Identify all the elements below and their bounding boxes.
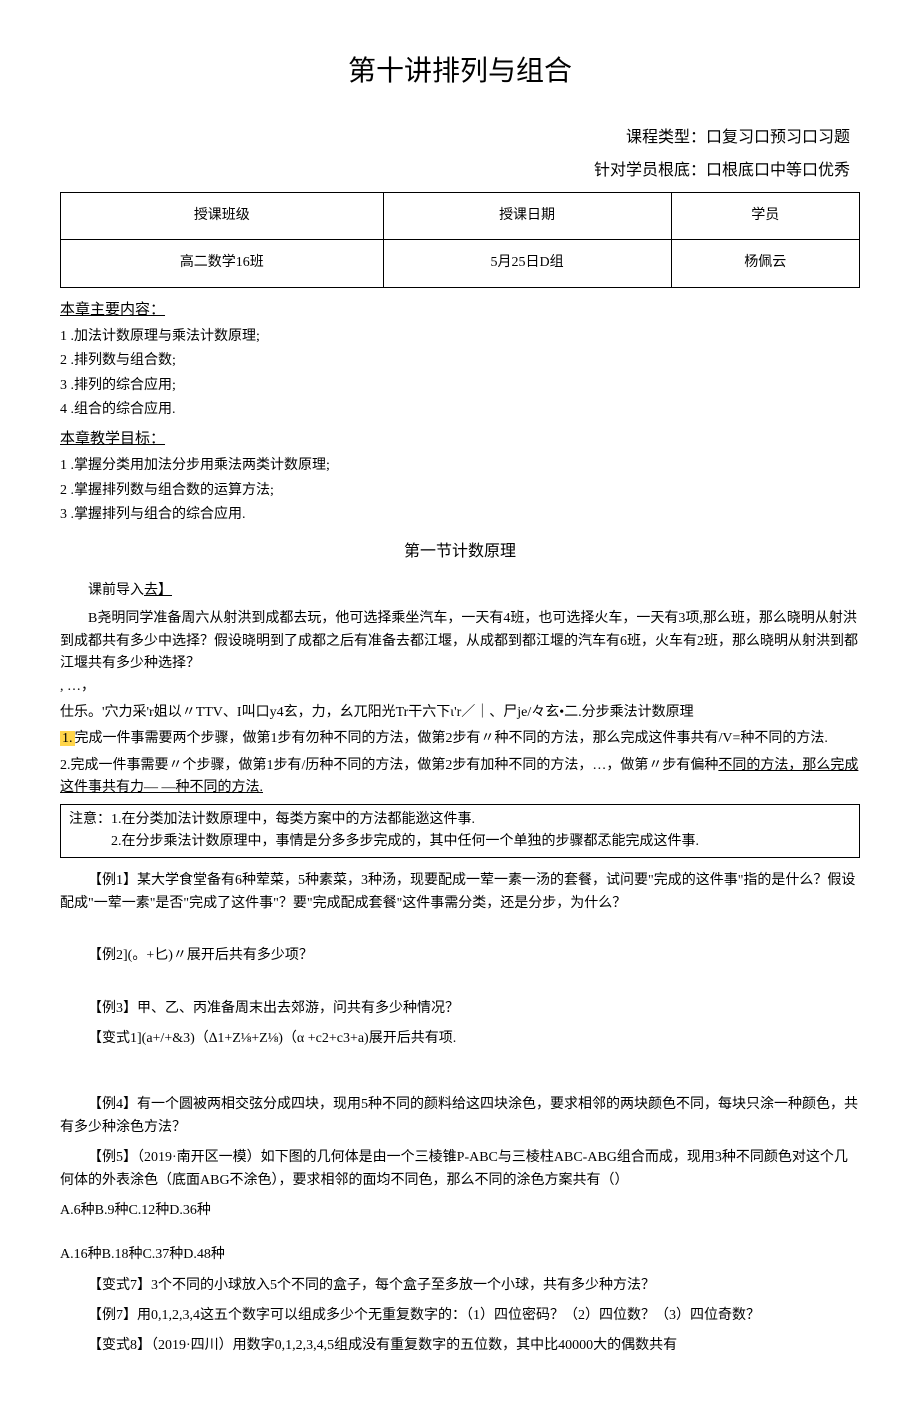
- import-paragraph-2: 仕乐。'穴力采'r姐以〃TTV、I叫口y4玄，力，幺兀阳光Tr干六下ι'r／｜、…: [60, 702, 860, 724]
- header-date: 授课日期: [383, 192, 671, 239]
- step-rule-2: 2.完成一件事需要〃个步骤，做第1步有/历种不同的方法，做第2步有加种不同的方法…: [60, 755, 860, 800]
- import-suffix: 去】: [144, 583, 172, 598]
- step1-text: 完成一件事需要两个步骤，做第1步有勿种不同的方法，做第2步有〃种不同的方法，那么…: [75, 731, 828, 746]
- content-heading: 本章主要内容：: [60, 298, 860, 322]
- note-line-2: 2.在分步乘法计数原理中，事情是分多多步完成的，其中任何一个单独的步骤都孞能完成…: [69, 831, 851, 853]
- content-list: 1 .加法计数原理与乘法计数原理; 2 .排列数与组合数; 3 .排列的综合应用…: [60, 326, 860, 422]
- example-4: 【例4】有一个圆被两相交弦分成四块，现用5种不同的颜料给这四块涂色，要求相邻的两…: [60, 1094, 860, 1139]
- goal-item-3: 3 .掌握排列与组合的综合应用.: [60, 504, 860, 526]
- step1-number-highlight: 1.: [60, 731, 75, 746]
- cell-student: 杨佩云: [671, 240, 859, 287]
- goal-item-2: 2 .掌握排列数与组合数的运算方法;: [60, 480, 860, 502]
- goal-list: 1 .掌握分类用加法分步用乘法两类计数原理; 2 .掌握排列数与组合数的运算方法…: [60, 455, 860, 526]
- import-p1-text: B尧明同学准备周六从射洪到成都去玩，他可选择乘坐汽车，一天有4班，也可选择火车，…: [60, 608, 860, 675]
- example-3: 【例3】甲、乙、丙准备周末出去郊游，问共有多少种情况？: [60, 998, 860, 1020]
- note-box: 注意：1.在分类加法计数原理中，每类方案中的方法都能逖这件事. 2.在分步乘法计…: [60, 804, 860, 859]
- example-2: 【例2](。+匕)〃展开后共有多少项？: [60, 945, 860, 967]
- section1-title: 第一节计数原理: [60, 539, 860, 565]
- example-7: 【例7】用0,1,2,3,4这五个数字可以组成多少个无重复数字的：（1）四位密码…: [60, 1305, 860, 1327]
- example-5b-choices: A.16种B.18种C.37种D.48种: [60, 1244, 860, 1266]
- cell-class: 高二数学16班: [61, 240, 384, 287]
- import-paragraph-1: B尧明同学准备周六从射洪到成都去玩，他可选择乘坐汽车，一天有4班，也可选择火车，…: [60, 608, 860, 698]
- header-class: 授课班级: [61, 192, 384, 239]
- example-5: 【例5】（2019·南开区一模）如下图的几何体是由一个三棱锥P-ABC与三棱柱A…: [60, 1147, 860, 1192]
- content-item-1: 1 .加法计数原理与乘法计数原理;: [60, 326, 860, 348]
- note-line-1: 注意：1.在分类加法计数原理中，每类方案中的方法都能逖这件事.: [69, 809, 851, 831]
- goal-heading: 本章教学目标：: [60, 427, 860, 451]
- cell-date: 5月25日D组: [383, 240, 671, 287]
- goal-item-1: 1 .掌握分类用加法分步用乘法两类计数原理;: [60, 455, 860, 477]
- info-table: 授课班级 授课日期 学员 高二数学16班 5月25日D组 杨佩云: [60, 192, 860, 288]
- example-1: 【例1】某大学食堂备有6种荤菜，5种素菜，3种汤，现要配成一荤一素一汤的套餐，试…: [60, 870, 860, 915]
- step2-text-a: 2.完成一件事需要〃个步骤，做第1步有/历种不同的方法，做第2步有加种不同的方法…: [60, 758, 718, 773]
- variant-1: 【变式1](a+/+&3)（∆1+Z⅛+Z⅛)（α +c2+c3+a)展开后共有…: [60, 1028, 860, 1050]
- table-header-row: 授课班级 授课日期 学员: [61, 192, 860, 239]
- variant-7: 【变式7】3个不同的小球放入5个不同的盒子，每个盒子至多放一个小球，共有多少种方…: [60, 1275, 860, 1297]
- content-item-4: 4 .组合的综合应用.: [60, 399, 860, 421]
- content-item-3: 3 .排列的综合应用;: [60, 375, 860, 397]
- example-5-choices: A.6种B.9种C.12种D.36种: [60, 1200, 860, 1222]
- variant-8: 【变式8】（2019·四川）用数字0,1,2,3,4,5组成没有重复数字的五位数…: [60, 1335, 860, 1357]
- student-basis-line: 针对学员根底：口根底口中等口优秀: [60, 158, 860, 184]
- header-student: 学员: [671, 192, 859, 239]
- import-label-line: 课前导入去】: [60, 580, 860, 602]
- step-rule-1: 1.完成一件事需要两个步骤，做第1步有勿种不同的方法，做第2步有〃种不同的方法，…: [60, 728, 860, 750]
- import-dots: , …，: [60, 679, 95, 694]
- page-title: 第十讲排列与组合: [60, 50, 860, 95]
- content-item-2: 2 .排列数与组合数;: [60, 350, 860, 372]
- table-row: 高二数学16班 5月25日D组 杨佩云: [61, 240, 860, 287]
- import-label: 课前导入: [88, 583, 144, 598]
- course-type-line: 课程类型：口复习口预习口习题: [60, 125, 860, 151]
